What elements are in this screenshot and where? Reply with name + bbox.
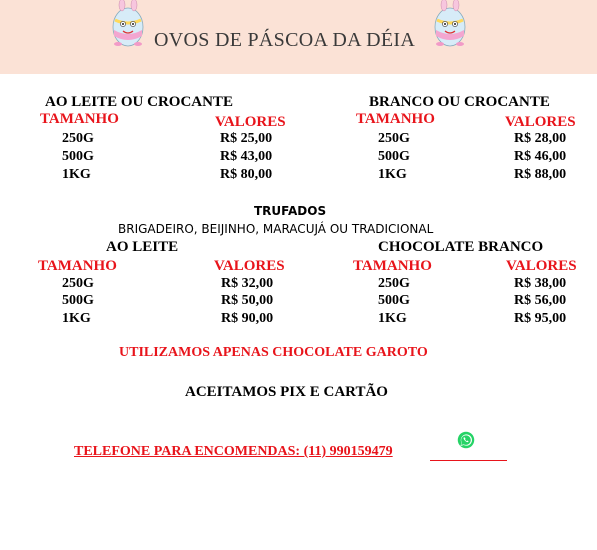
easter-egg-icon: [434, 0, 466, 47]
chocolate-note: UTILIZAMOS APENAS CHOCOLATE GAROTO: [119, 345, 428, 360]
section1-right-size-header: TAMANHO: [356, 111, 435, 127]
section1-right-heading: BRANCO OU CROCANTE: [369, 94, 550, 110]
section2-left-size-2: 500G: [62, 293, 94, 308]
section1-right-price-2: R$ 46,00: [514, 149, 567, 164]
section2-right-size-3: 1KG: [378, 311, 407, 326]
section1-left-price-2: R$ 43,00: [220, 149, 273, 164]
section2-right-price-header: VALORES: [506, 258, 577, 274]
section1-left-price-3: R$ 80,00: [220, 167, 273, 182]
section2-left-price-2: R$ 50,00: [221, 293, 274, 308]
section1-right-price-1: R$ 28,00: [514, 131, 567, 146]
section2-left-price-1: R$ 32,00: [221, 276, 274, 291]
section1-right-price-header: VALORES: [505, 114, 576, 130]
section1-left-size-header: TAMANHO: [40, 111, 119, 127]
section1-left-size-3: 1KG: [62, 167, 91, 182]
section1-left-price-header: VALORES: [215, 114, 286, 130]
section2-right-size-2: 500G: [378, 293, 410, 308]
section2-left-size-3: 1KG: [62, 311, 91, 326]
phone-underline: [430, 460, 507, 461]
section1-left-price-1: R$ 25,00: [220, 131, 273, 146]
phone-link[interactable]: TELEFONE PARA ENCOMENDAS: (11) 990159479: [74, 444, 393, 460]
section2-left-heading: AO LEITE: [106, 239, 179, 255]
payment-note: ACEITAMOS PIX E CARTÃO: [185, 384, 388, 400]
section1-left-size-1: 250G: [62, 131, 94, 146]
section2-right-price-3: R$ 95,00: [514, 311, 567, 326]
section2-right-size-header: TAMANHO: [353, 258, 432, 274]
section2-right-heading: CHOCOLATE BRANCO: [378, 239, 544, 255]
section2-left-size-1: 250G: [62, 276, 94, 291]
trufados-title: TRUFADOS: [254, 204, 327, 218]
section2-left-price-header: VALORES: [214, 258, 285, 274]
section2-right-price-1: R$ 38,00: [514, 276, 567, 291]
section2-right-size-1: 250G: [378, 276, 410, 291]
easter-egg-icon: [112, 0, 144, 47]
section2-right-price-2: R$ 56,00: [514, 293, 567, 308]
section1-left-heading: AO LEITE OU CROCANTE: [45, 94, 233, 110]
section1-left-size-2: 500G: [62, 149, 94, 164]
section1-right-size-2: 500G: [378, 149, 410, 164]
trufados-flavors: BRIGADEIRO, BEIJINHO, MARACUJÁ OU TRADIC…: [118, 222, 434, 236]
whatsapp-icon[interactable]: [457, 431, 475, 449]
section1-right-size-1: 250G: [378, 131, 410, 146]
section1-right-size-3: 1KG: [378, 167, 407, 182]
section2-left-size-header: TAMANHO: [38, 258, 117, 274]
section1-right-price-3: R$ 88,00: [514, 167, 567, 182]
section2-left-price-3: R$ 90,00: [221, 311, 274, 326]
page-title: OVOS DE PÁSCOA DA DÉIA: [154, 29, 416, 51]
